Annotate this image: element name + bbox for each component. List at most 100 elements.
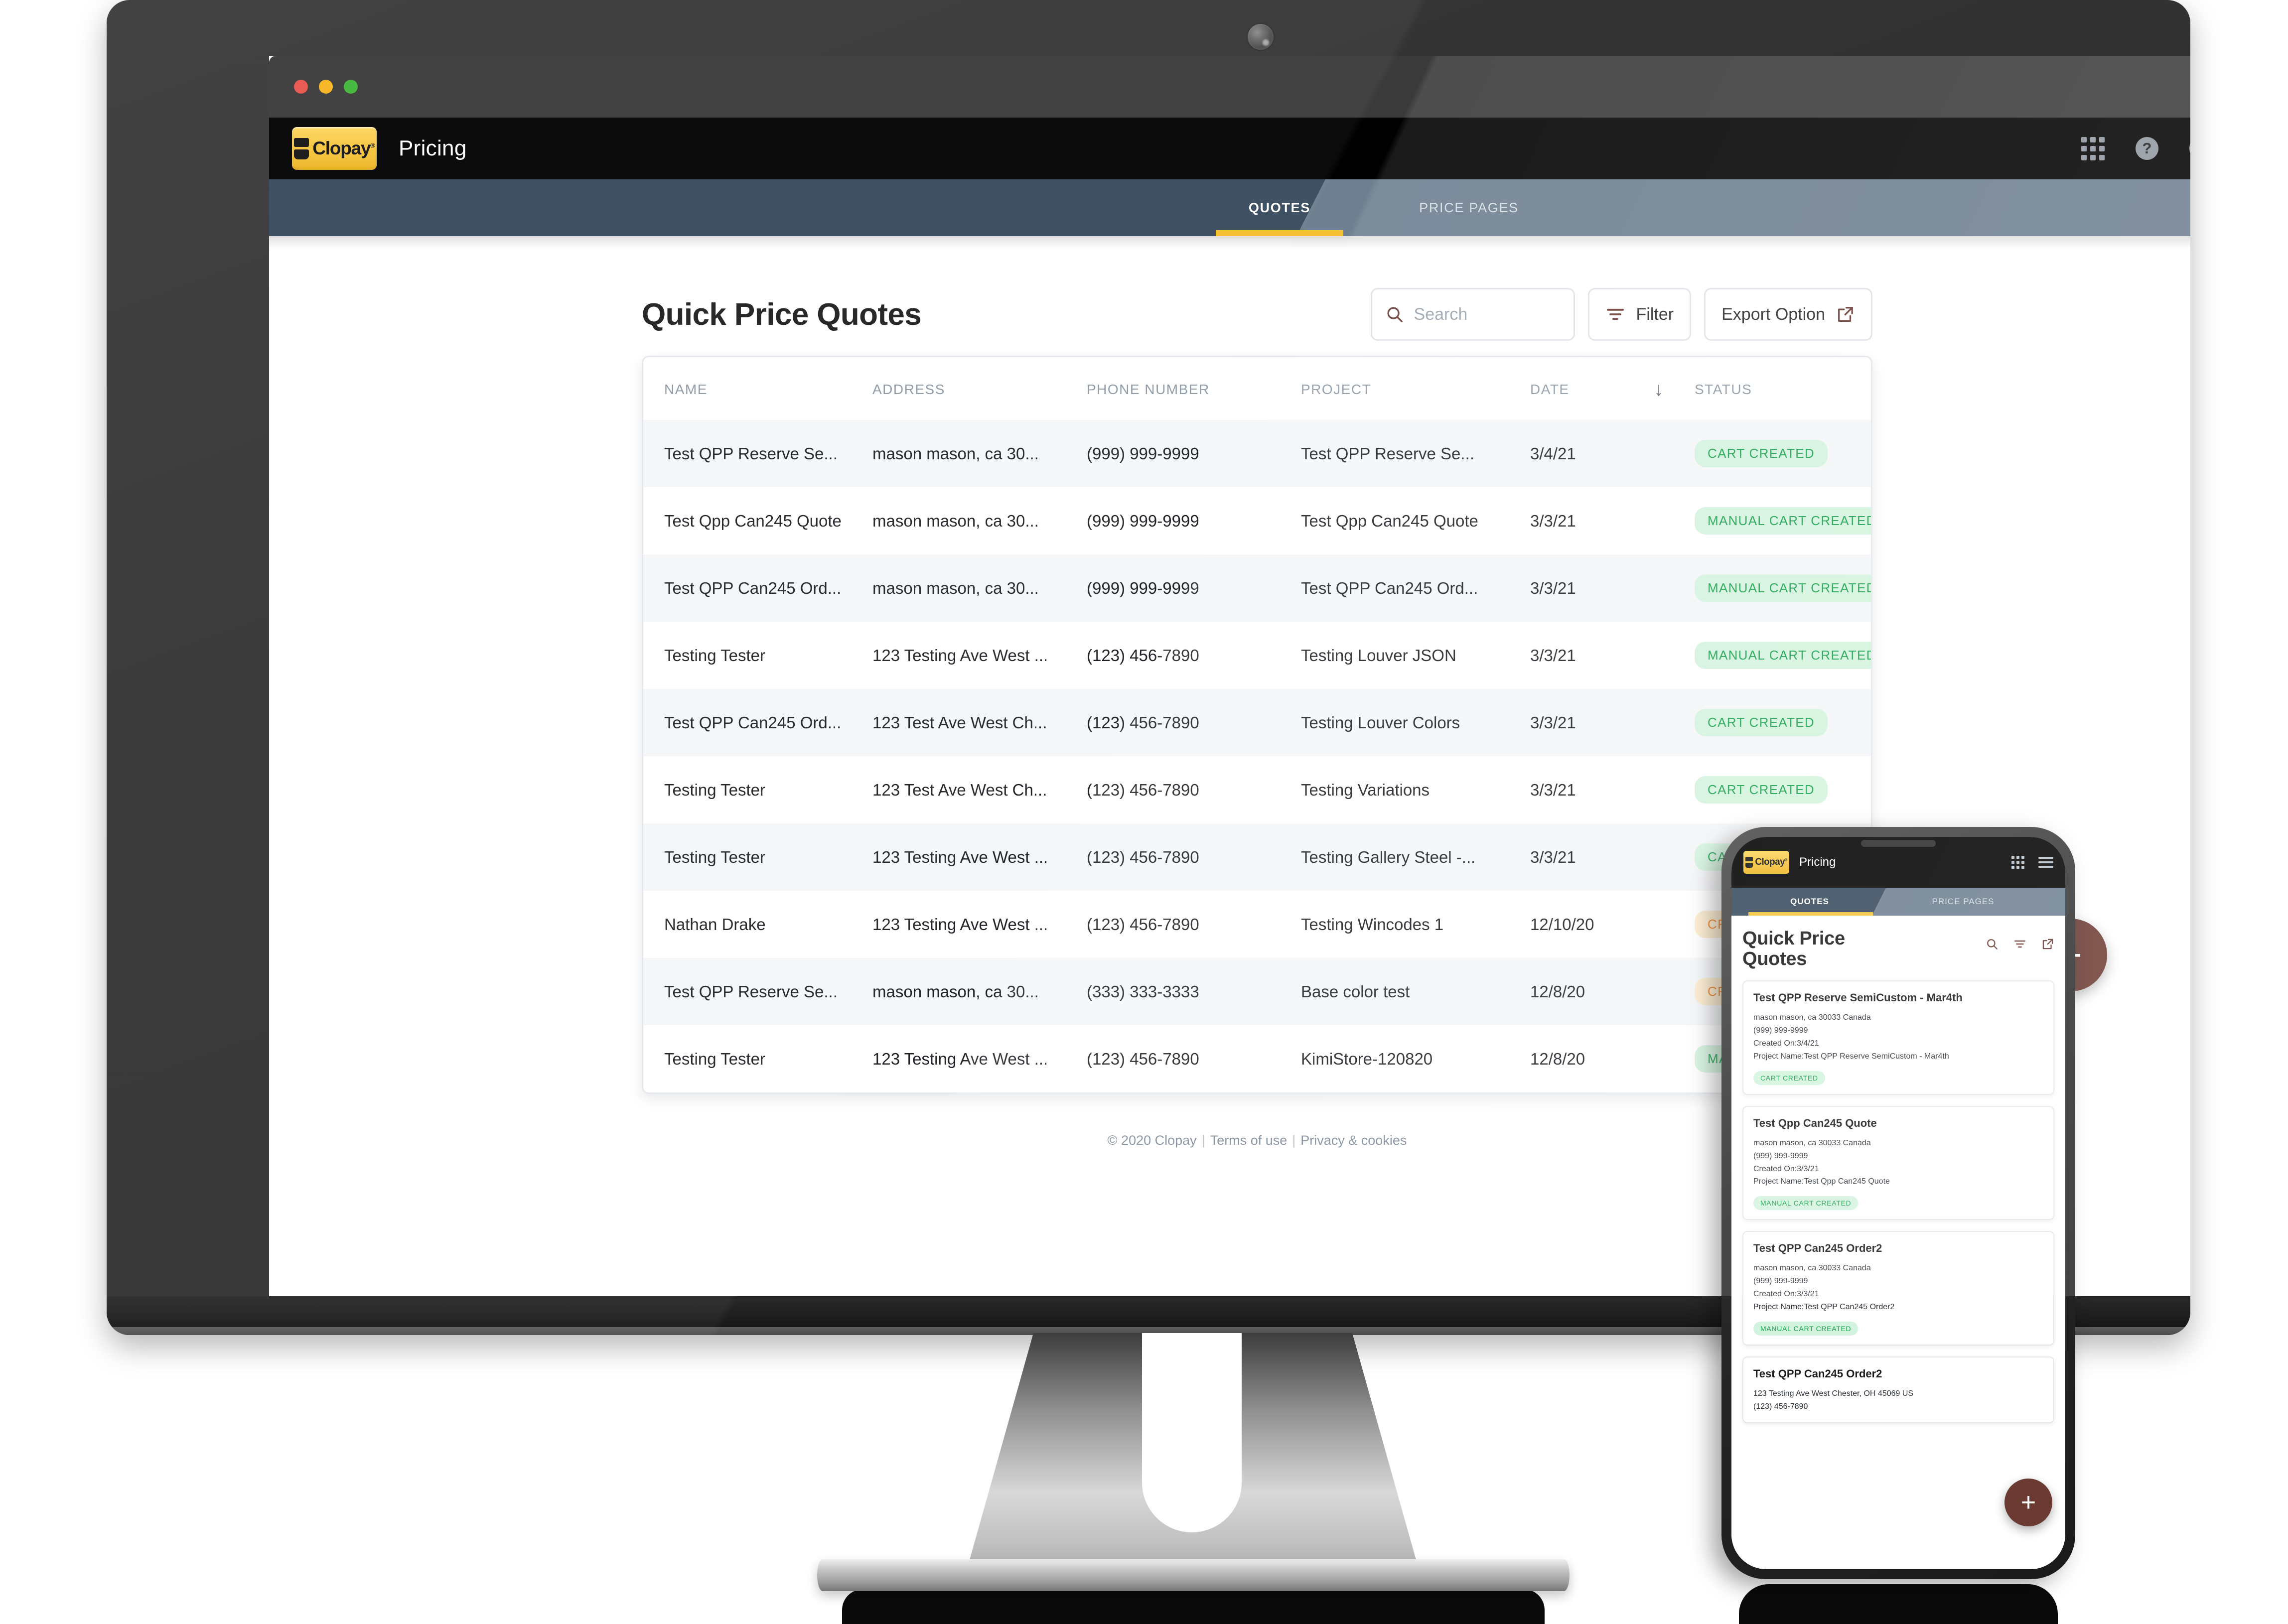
- column-header-project[interactable]: PROJECT: [1301, 357, 1530, 420]
- tab-quotes[interactable]: QUOTES: [1205, 179, 1354, 236]
- monitor-stand-notch: [1142, 1333, 1242, 1532]
- close-dot-icon[interactable]: [294, 80, 308, 94]
- quote-date: 3/3/21: [1530, 780, 1576, 799]
- mobile-menu-icon[interactable]: [2038, 857, 2053, 868]
- table-row[interactable]: Testing Tester 123 Testing Ave West ... (1…: [643, 1025, 1871, 1092]
- mobile-card-address: mason mason, ca 30033 Canada: [1753, 1013, 1871, 1022]
- quote-phone: (999) 999-9999: [1087, 578, 1199, 597]
- quote-phone: (333) 333-3333: [1087, 982, 1199, 1001]
- column-header-date-label: DATE: [1530, 382, 1570, 397]
- filter-button-label: Filter: [1636, 304, 1674, 324]
- column-header-name[interactable]: NAME: [643, 357, 872, 420]
- filter-button[interactable]: Filter: [1587, 288, 1692, 341]
- mobile-status-badge: CART CREATED: [1753, 1071, 1825, 1085]
- quote-project: Testing Gallery Steel -...: [1301, 847, 1476, 866]
- mobile-quote-card[interactable]: Test Qpp Can245 Quote mason mason, ca 300…: [1742, 1105, 2054, 1220]
- mobile-tab-price-pages[interactable]: PRICE PAGES: [1896, 888, 2030, 916]
- monitor-stand-foot: [817, 1559, 1570, 1591]
- quote-date: 3/4/21: [1530, 444, 1576, 463]
- phone-drop-shadow: [1739, 1584, 2058, 1624]
- quote-project: Test QPP Can245 Ord...: [1301, 578, 1478, 597]
- quote-phone: (123) 456-7890: [1087, 847, 1199, 866]
- table-row[interactable]: Test QPP Can245 Ord... 123 Test Ave West …: [643, 689, 1871, 756]
- mobile-apps-grid-icon[interactable]: [2011, 856, 2024, 869]
- quote-address: 123 Testing Ave West ...: [872, 847, 1048, 866]
- mobile-clopay-logo-mark-icon: [1745, 857, 1753, 868]
- column-header-phone[interactable]: PHONE NUMBER: [1087, 357, 1301, 420]
- mobile-card-project: Project Name:Test QPP Reserve SemiCustom…: [1753, 1052, 1949, 1061]
- mobile-status-badge: MANUAL CART CREATED: [1753, 1196, 1859, 1211]
- mobile-search-icon[interactable]: [1986, 938, 1999, 950]
- quote-address: mason mason, ca 30...: [872, 578, 1039, 597]
- column-header-date[interactable]: DATE ↓: [1530, 357, 1695, 420]
- table-row[interactable]: Test QPP Reserve Se... mason mason, ca 30…: [643, 420, 1871, 487]
- tab-active-underline: [1216, 230, 1343, 236]
- page-header-row: Quick Price Quotes Search Filter Export …: [642, 275, 1872, 356]
- tab-price-pages[interactable]: PRICE PAGES: [1384, 179, 1554, 236]
- quote-address: mason mason, ca 30...: [872, 982, 1039, 1001]
- quote-phone: (999) 999-9999: [1087, 511, 1199, 530]
- search-placeholder: Search: [1414, 304, 1468, 324]
- mobile-card-phone: (999) 999-9999: [1753, 1277, 1808, 1286]
- mobile-quote-card[interactable]: Test QPP Can245 Order2 123 Testing Ave We…: [1742, 1356, 2054, 1423]
- table-row[interactable]: Test QPP Can245 Ord... mason mason, ca 30…: [643, 554, 1871, 622]
- mobile-tab-active-underline: [1748, 912, 1873, 916]
- app-title: Pricing: [399, 136, 467, 160]
- app-header: Clopay® Pricing ?: [269, 118, 2190, 179]
- quote-address: mason mason, ca 30...: [872, 511, 1039, 530]
- quote-phone: (123) 456-7890: [1087, 780, 1199, 799]
- footer-copyright: © 2020 Clopay: [1107, 1133, 1197, 1148]
- help-icon[interactable]: ?: [2136, 137, 2158, 160]
- quote-name: Testing Tester: [664, 646, 765, 665]
- table-row[interactable]: Testing Tester 123 Test Ave West Ch... (12…: [643, 756, 1871, 823]
- table-body: Test QPP Reserve Se... mason mason, ca 30…: [643, 420, 1871, 1092]
- quote-date: 12/8/20: [1530, 1049, 1585, 1068]
- mobile-quote-card[interactable]: Test QPP Reserve SemiCustom - Mar4th maso…: [1742, 980, 2054, 1095]
- mobile-card-address: mason mason, ca 30033 Canada: [1753, 1138, 1871, 1147]
- quote-project: KimiStore-120820: [1301, 1049, 1433, 1068]
- account-avatar-icon[interactable]: [2189, 135, 2190, 162]
- quote-date: 12/8/20: [1530, 982, 1585, 1001]
- quote-name: Testing Tester: [664, 780, 765, 799]
- table-head: NAME ADDRESS PHONE NUMBER PROJECT DATE ↓: [643, 357, 1871, 420]
- column-header-status[interactable]: STATUS: [1695, 357, 1871, 420]
- quote-date: 3/3/21: [1530, 511, 1576, 530]
- table-row[interactable]: Test Qpp Can245 Quote mason mason, ca 30.…: [643, 487, 1871, 554]
- toolbar: Search Filter Export Option: [1370, 288, 1872, 341]
- minimize-dot-icon[interactable]: [319, 80, 333, 94]
- clopay-logo[interactable]: Clopay®: [292, 127, 377, 170]
- quote-address: 123 Testing Ave West ...: [872, 1049, 1048, 1068]
- maximize-dot-icon[interactable]: [344, 80, 358, 94]
- footer-privacy-link[interactable]: Privacy & cookies: [1300, 1133, 1407, 1148]
- table-row[interactable]: Testing Tester 123 Testing Ave West ... (1…: [643, 823, 1871, 891]
- quote-name: Test QPP Reserve Se...: [664, 444, 838, 463]
- add-quote-fab-mobile[interactable]: +: [2004, 1479, 2052, 1526]
- table-row[interactable]: Testing Tester 123 Testing Ave West ... (1…: [643, 622, 1871, 689]
- quote-project: Testing Louver JSON: [1301, 646, 1456, 665]
- clopay-logo-text: Clopay®: [312, 138, 375, 158]
- apps-grid-icon[interactable]: [2081, 136, 2105, 160]
- status-badge: MANUAL CART CREATED: [1695, 642, 1871, 669]
- quote-address: 123 Test Ave West Ch...: [872, 713, 1047, 732]
- quote-phone: (123) 456-7890: [1087, 646, 1199, 665]
- mobile-page-header: Quick Price Quotes: [1742, 928, 2054, 969]
- search-input[interactable]: Search: [1370, 288, 1575, 341]
- sort-descending-icon[interactable]: ↓: [1654, 380, 1665, 399]
- export-option-button[interactable]: Export Option: [1704, 288, 1872, 341]
- column-header-address[interactable]: ADDRESS: [872, 357, 1087, 420]
- quote-date: 12/10/20: [1530, 915, 1594, 934]
- table-header-row: NAME ADDRESS PHONE NUMBER PROJECT DATE ↓: [643, 357, 1871, 420]
- mobile-external-link-icon[interactable]: [2041, 938, 2054, 950]
- tab-bar: QUOTES PRICE PAGES: [269, 179, 2190, 236]
- footer-terms-link[interactable]: Terms of use: [1210, 1133, 1287, 1148]
- mobile-filter-icon[interactable]: [2013, 938, 2026, 950]
- mobile-card-phone: (999) 999-9999: [1753, 1026, 1808, 1035]
- table-row[interactable]: Nathan Drake 123 Testing Ave West ... (123…: [643, 891, 1871, 958]
- status-badge: MANUAL CART CREATED: [1695, 507, 1871, 535]
- mobile-clopay-logo[interactable]: Clopay®: [1743, 851, 1789, 874]
- mobile-quote-card[interactable]: Test QPP Can245 Order2 mason mason, ca 30…: [1742, 1231, 2054, 1346]
- table-row[interactable]: Test QPP Reserve Se... mason mason, ca 30…: [643, 958, 1871, 1025]
- quote-status-cell: CART CREATED: [1695, 689, 1871, 756]
- quote-address: mason mason, ca 30...: [872, 444, 1039, 463]
- mobile-tab-quotes[interactable]: QUOTES: [1742, 888, 1877, 916]
